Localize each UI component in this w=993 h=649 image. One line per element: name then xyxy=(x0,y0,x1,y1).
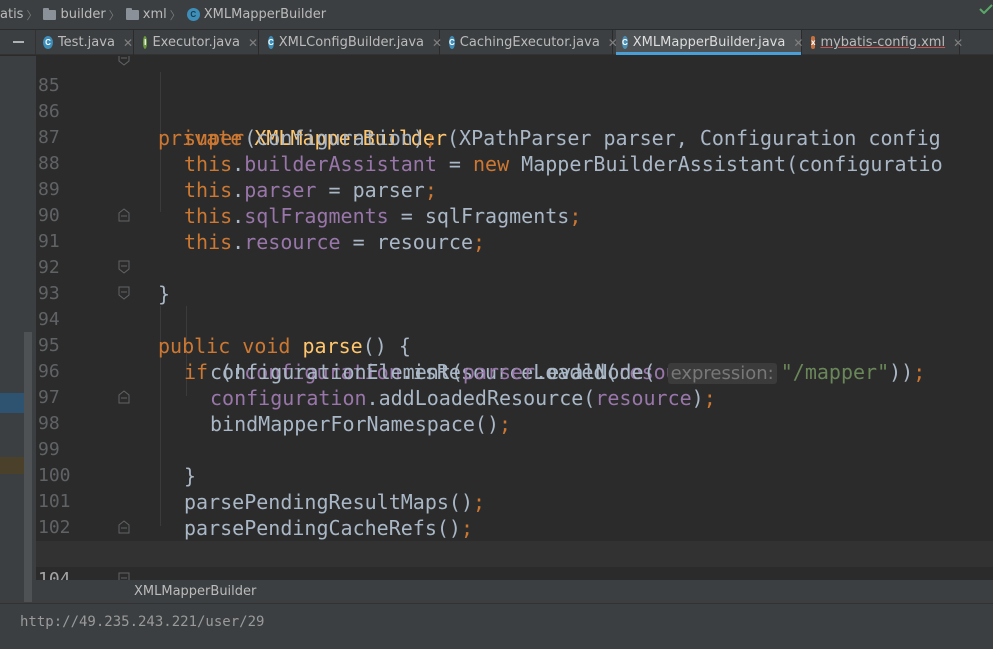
close-icon[interactable]: ✕ xyxy=(248,36,258,50)
fold-end-icon[interactable] xyxy=(118,390,130,404)
chevron-right-icon: 〉 xyxy=(108,8,120,22)
status-bar: http://49.235.243.221/user/29 xyxy=(0,603,993,649)
structure-breadcrumb-label: XMLMapperBuilder xyxy=(134,584,257,599)
code-line: 94 if (!configuration.isResourceLoaded(r… xyxy=(36,281,993,384)
code-line: 103 } xyxy=(36,515,993,564)
breadcrumb-label: atis xyxy=(0,7,24,22)
tab-label: Executor.java xyxy=(152,35,240,50)
navigation-breadcrumb: atis 〉 builder 〉 xml 〉 C XMLMapperBuilde… xyxy=(0,0,993,30)
code-line: 96 configuration.addLoadedResource(resou… xyxy=(36,333,993,410)
fold-icon[interactable] xyxy=(118,286,130,300)
tab-xmlmapperbuilder-java[interactable]: C XMLMapperBuilder.java ✕ xyxy=(616,30,803,55)
xml-file-icon: x xyxy=(811,36,816,49)
close-icon[interactable]: ✕ xyxy=(432,36,442,50)
code-line: 88 this.parser = parser; xyxy=(36,125,993,202)
code-line: 101 parsePendingCacheRefs(); xyxy=(36,463,993,540)
code-line: 99 xyxy=(36,411,993,460)
code-line: 93 public void parse() { xyxy=(36,255,993,358)
class-icon: C xyxy=(186,8,200,21)
code-line: 86 super(configuration); xyxy=(36,73,993,150)
fold-icon[interactable] xyxy=(118,56,130,66)
breadcrumb-item-mybatis[interactable]: atis 〉 xyxy=(0,0,41,30)
code-line: 85 private XMLMapperBuilder(XPathParser … xyxy=(36,56,993,150)
minus-icon xyxy=(13,41,24,43)
tab-test-java[interactable]: C Test.java ✕ xyxy=(37,30,134,55)
class-icon: C xyxy=(449,36,455,49)
class-icon: C xyxy=(622,36,628,49)
class-icon: C xyxy=(43,36,53,49)
breadcrumb-item-xmlmapperbuilder[interactable]: C XMLMapperBuilder xyxy=(185,0,326,30)
tab-executor-java[interactable]: I Executor.java ✕ xyxy=(137,30,259,55)
chevron-right-icon: 〉 xyxy=(169,8,181,22)
code-line: 87 this.builderAssistant = new MapperBui… xyxy=(36,99,993,176)
breadcrumb-item-xml[interactable]: xml 〉 xyxy=(124,0,185,30)
tab-label: mybatis-config.xml xyxy=(820,35,946,50)
tab-cachingexecutor-java[interactable]: C CachingExecutor.java ✕ xyxy=(443,30,618,55)
code-line-current: 104 xyxy=(36,541,993,580)
tab-label: Test.java xyxy=(57,35,115,50)
fold-icon[interactable] xyxy=(118,260,130,274)
tab-mybatis-config-xml[interactable]: x mybatis-config.xml ✕ xyxy=(805,30,963,55)
tab-label: XMLMapperBuilder.java xyxy=(632,35,786,50)
fold-icon[interactable] xyxy=(118,572,130,580)
breadcrumb-label: XMLMapperBuilder xyxy=(203,7,327,22)
scrollbar-thumb[interactable] xyxy=(24,332,32,602)
breadcrumb-item-builder[interactable]: builder 〉 xyxy=(41,0,123,30)
breadcrumb-label: builder xyxy=(60,7,106,22)
close-icon[interactable]: ✕ xyxy=(123,36,133,50)
class-icon: C xyxy=(268,36,274,49)
code-line: 100 parsePendingResultMaps(); xyxy=(36,437,993,514)
code-line: 90 this.resource = resource; xyxy=(36,177,993,254)
code-editor[interactable]: 85 private XMLMapperBuilder(XPathParser … xyxy=(36,56,993,580)
fold-end-icon[interactable] xyxy=(118,208,130,222)
tab-label: CachingExecutor.java xyxy=(459,35,600,50)
code-line: 105 public XNode getSqlFragment(String r… xyxy=(36,567,993,580)
code-line: 89 this.sqlFragments = sqlFragments; xyxy=(36,151,993,228)
check-icon xyxy=(979,4,993,14)
close-icon[interactable]: ✕ xyxy=(953,36,963,50)
code-line: 95 configurationElement(parser.evalNode(… xyxy=(36,307,993,384)
code-line: 92 xyxy=(36,229,993,278)
tab-xmlconfigbuilder-java[interactable]: C XMLConfigBuilder.java ✕ xyxy=(262,30,442,55)
code-line: 97 bindMapperForNamespace(); xyxy=(36,359,993,436)
fold-end-icon[interactable] xyxy=(118,520,130,534)
collapse-panel-button[interactable] xyxy=(0,30,36,55)
interface-icon: I xyxy=(143,36,148,49)
code-line: 98 } xyxy=(36,385,993,488)
breadcrumb-label: xml xyxy=(142,7,167,22)
tab-label: XMLConfigBuilder.java xyxy=(278,35,425,50)
folder-icon xyxy=(125,7,139,20)
left-tool-strip xyxy=(0,56,36,603)
structure-breadcrumb[interactable]: XMLMapperBuilder xyxy=(36,580,993,603)
code-line: 102 parsePendingStatements(); xyxy=(36,489,993,566)
editor-tab-bar: C Test.java ✕ I Executor.java ✕ C XMLCon… xyxy=(0,30,993,55)
close-icon[interactable]: ✕ xyxy=(793,36,803,50)
chevron-right-icon: 〉 xyxy=(26,8,38,22)
folder-icon xyxy=(43,7,57,20)
status-url-text: http://49.235.243.221/user/29 xyxy=(20,614,265,630)
code-line: 91 } xyxy=(36,203,993,306)
